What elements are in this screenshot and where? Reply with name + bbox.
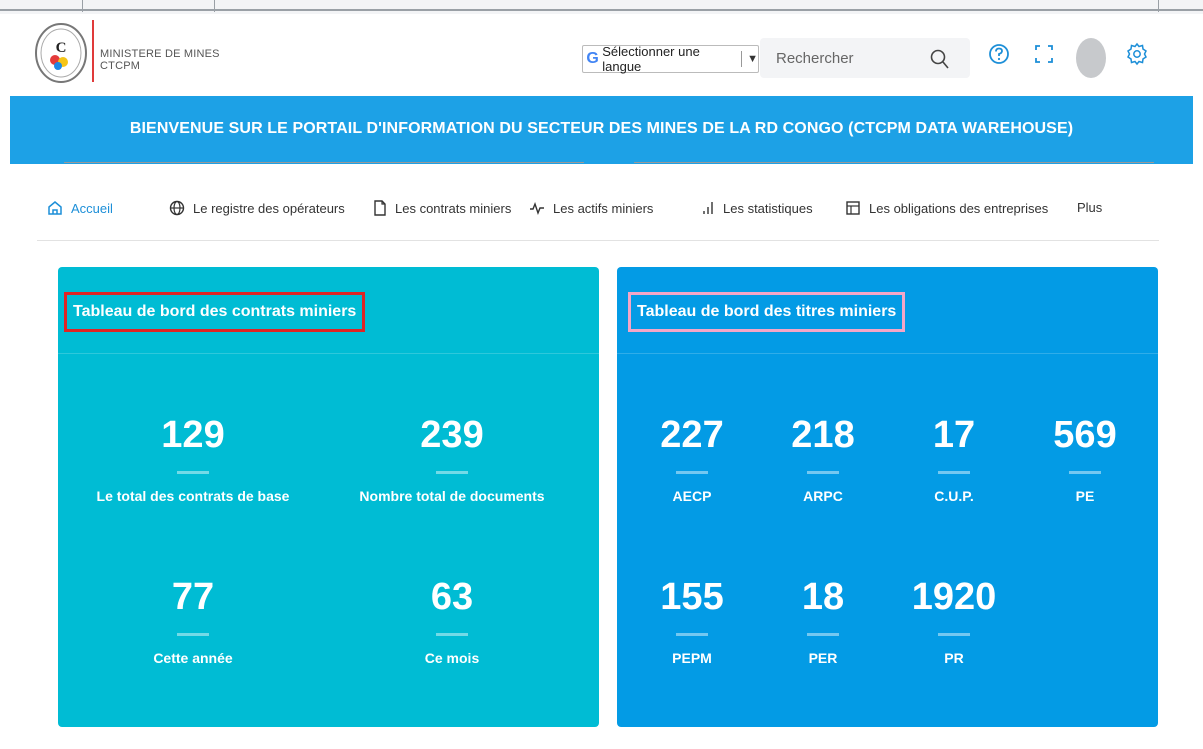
- stat-label: ARPC: [803, 488, 843, 504]
- google-icon: G: [586, 50, 599, 67]
- svg-text:C: C: [56, 40, 67, 56]
- nav-item-obligations[interactable]: Les obligations des entreprises: [845, 200, 1048, 216]
- stat-value: 17: [932, 414, 976, 456]
- bar-chart-icon: [703, 202, 713, 214]
- panel-header: Tableau de bord des contrats miniers: [58, 267, 599, 354]
- stat-value: 569: [1053, 414, 1117, 456]
- organization-line-2: CTCPM: [100, 60, 141, 72]
- activity-icon: [530, 201, 544, 216]
- stat-divider: [177, 471, 209, 474]
- strip-line: [0, 9, 1203, 11]
- stat-total-documents: 239 Nombre total de documents: [342, 415, 562, 504]
- stat-label: Nombre total de documents: [359, 488, 545, 504]
- stat-pr: 1920 PR: [884, 577, 1024, 666]
- fullscreen-icon[interactable]: [1033, 42, 1055, 66]
- stat-cup: 17 C.U.P.: [884, 415, 1024, 504]
- organization-name: MINISTERE DE MINES CTCPM: [100, 48, 220, 72]
- stat-label: PEPM: [672, 650, 712, 666]
- stat-divider: [436, 471, 468, 474]
- ctcpm-logo[interactable]: C: [33, 22, 89, 84]
- search-icon[interactable]: [930, 48, 950, 70]
- stat-divider: [177, 633, 209, 636]
- nav-item-accueil[interactable]: Accueil: [47, 200, 113, 216]
- globe-icon: [169, 200, 185, 216]
- main-nav: Accueil Le registre des opérateurs Les c…: [37, 180, 1159, 241]
- stat-divider: [807, 471, 839, 474]
- stat-label: PR: [944, 650, 964, 666]
- stat-value: 227: [660, 414, 724, 456]
- stat-divider: [676, 633, 708, 636]
- language-select[interactable]: G Sélectionner une langue ▼: [582, 44, 759, 74]
- layout-icon: [846, 201, 860, 215]
- dropdown-arrow-icon: ▼: [747, 53, 758, 65]
- avatar[interactable]: [1076, 38, 1106, 78]
- nav-item-label: Les obligations des entreprises: [869, 200, 1049, 216]
- stat-divider: [938, 471, 970, 474]
- nav-item-label: Les statistiques: [723, 200, 813, 216]
- stat-value: 63: [430, 576, 474, 618]
- stat-value: 129: [161, 414, 225, 456]
- stat-divider: [938, 633, 970, 636]
- search-input[interactable]: Rechercher: [776, 50, 854, 67]
- stat-label: Cette année: [153, 650, 233, 666]
- stat-divider: [676, 471, 708, 474]
- language-select-label: Sélectionner une langue: [602, 44, 700, 74]
- nav-item-label: Le registre des opérateurs: [193, 200, 345, 216]
- contracts-dashboard-title[interactable]: Tableau de bord des contrats miniers: [64, 292, 366, 332]
- stat-pe: 569 PE: [1015, 415, 1155, 504]
- stat-arpc: 218 ARPC: [753, 415, 893, 504]
- stat-value: 1920: [911, 576, 997, 618]
- header: C MINISTERE DE MINES CTCPM G Sélectionne…: [0, 14, 1203, 96]
- stat-label: Le total des contrats de base: [96, 488, 290, 504]
- stat-per: 18 PER: [753, 577, 893, 666]
- stat-total-contracts: 129 Le total des contrats de base: [83, 415, 303, 504]
- search-box[interactable]: Rechercher: [760, 38, 970, 78]
- welcome-banner: BIENVENUE SUR LE PORTAIL D'INFORMATION D…: [10, 96, 1193, 164]
- stat-divider: [436, 633, 468, 636]
- titles-dashboard-panel: Tableau de bord des titres miniers 227 A…: [617, 267, 1158, 727]
- stat-value: 18: [801, 576, 845, 618]
- nav-item-statistiques[interactable]: Les statistiques: [701, 200, 813, 216]
- nav-item-label: Les contrats miniers: [395, 200, 512, 216]
- nav-item-actifs[interactable]: Les actifs miniers: [529, 200, 653, 216]
- nav-item-label: Plus: [1077, 200, 1103, 215]
- stat-label: C.U.P.: [934, 488, 974, 504]
- logo-divider: [92, 20, 94, 82]
- stat-aecp: 227 AECP: [622, 415, 762, 504]
- stat-label: PER: [808, 650, 838, 666]
- background-chart-edge: [634, 162, 1154, 177]
- stat-value: 218: [791, 414, 855, 456]
- stat-value: 77: [171, 576, 215, 618]
- organization-line-1: MINISTERE DE MINES: [100, 48, 220, 60]
- nav-item-label: Les actifs miniers: [553, 200, 654, 216]
- background-chart-edge: [64, 162, 584, 177]
- stat-this-month: 63 Ce mois: [342, 577, 562, 666]
- stat-divider: [807, 633, 839, 636]
- stat-label: PE: [1075, 488, 1095, 504]
- stat-label: AECP: [672, 488, 712, 504]
- stat-pepm: 155 PEPM: [622, 577, 762, 666]
- top-strip: [0, 0, 1203, 14]
- stat-divider: [1069, 471, 1101, 474]
- stat-label: Ce mois: [424, 650, 480, 666]
- nav-item-contrats[interactable]: Les contrats miniers: [373, 200, 511, 216]
- contracts-dashboard-panel: Tableau de bord des contrats miniers 129…: [58, 267, 599, 727]
- document-icon: [374, 200, 386, 216]
- nav-item-registre[interactable]: Le registre des opérateurs: [169, 200, 345, 216]
- stat-value: 239: [420, 414, 484, 456]
- banner-title: BIENVENUE SUR LE PORTAIL D'INFORMATION D…: [129, 120, 1074, 137]
- settings-icon[interactable]: [1126, 42, 1148, 66]
- titles-dashboard-title[interactable]: Tableau de bord des titres miniers: [628, 292, 906, 332]
- home-icon: [48, 201, 62, 215]
- language-select-separator: [741, 51, 743, 67]
- nav-item-plus[interactable]: Plus: [1077, 200, 1102, 215]
- help-icon[interactable]: [988, 42, 1010, 66]
- stat-value: 155: [660, 576, 724, 618]
- panel-header: Tableau de bord des titres miniers: [617, 267, 1158, 354]
- nav-item-label: Accueil: [71, 200, 113, 216]
- stat-this-year: 77 Cette année: [83, 577, 303, 666]
